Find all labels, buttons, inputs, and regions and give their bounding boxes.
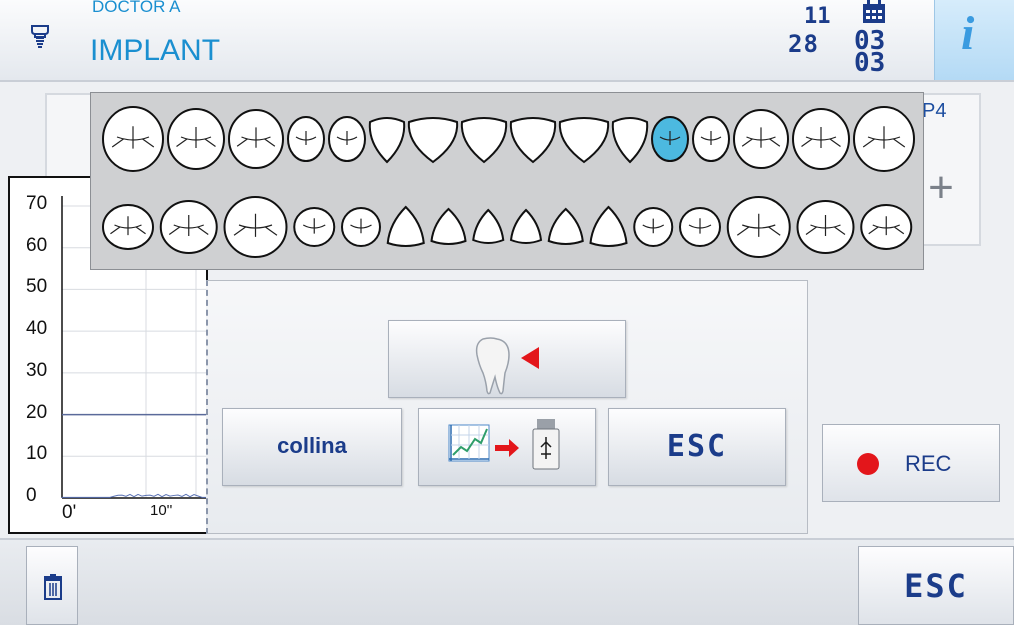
date-top: 11 [804,4,831,29]
tooth-lower-4[interactable] [293,207,336,247]
trash-icon [44,574,62,600]
tooth-upper-5[interactable] [328,116,366,162]
tooth-selector-panel [90,92,924,270]
options-menu [206,280,808,534]
tooth-lower-2[interactable] [159,200,218,254]
esc-menu-button[interactable]: ESC [608,408,786,486]
x-tick-label: 10'' [150,502,173,519]
tooth-lower-7[interactable] [430,207,467,245]
record-dot-icon [857,453,879,475]
tooth-lower-14[interactable] [726,196,791,258]
tooth-upper-16[interactable] [853,106,915,172]
tooth-upper-3[interactable] [228,109,284,169]
tooth-lower-11[interactable] [589,205,628,247]
tooth-lower-9[interactable] [509,208,543,244]
y-tick-label: 70 [26,193,48,214]
calendar-number: 03 03 [854,26,886,78]
info-button[interactable]: i [934,0,1014,80]
tooth-upper-13[interactable] [692,116,730,162]
date-display: 11 28 [784,2,832,62]
y-tick-label: 20 [26,401,48,423]
date-bottom: 28 [788,30,819,58]
y-tick-label: 30 [26,359,48,381]
header-bar: DOCTOR A IMPLANT 11 28 03 03 i [0,0,1014,82]
calendar-icon [863,0,885,23]
series-trace [61,493,210,498]
esc-footer-button[interactable]: ESC [858,546,1014,625]
tooth-lower-15[interactable] [796,200,855,254]
delete-button[interactable] [26,546,78,625]
y-tick-label: 0 [26,485,37,506]
tooth-lower-12[interactable] [633,207,674,247]
tooth-lower-6[interactable] [386,205,425,247]
chart-to-usb-icon [448,419,560,470]
y-tick-label: 40 [26,318,48,340]
tooth-upper-14[interactable] [733,109,789,169]
dental-arch [102,106,915,258]
y-tick-label: 50 [26,276,48,298]
rec-button[interactable]: REC [822,424,1000,502]
x-tick-label: 0' [62,502,77,523]
tooth-upper-15[interactable] [792,108,850,170]
tooth-upper-2[interactable] [167,108,225,170]
tooth-lower-8[interactable] [472,208,505,244]
collina-button[interactable]: collina [222,408,402,486]
tooth-select-button[interactable] [388,320,626,398]
tab-p4[interactable]: P4 [922,100,946,123]
calendar-display: 03 03 [852,0,896,80]
export-to-usb-button[interactable] [418,408,596,486]
tooth-upper-1[interactable] [102,106,164,172]
tooth-lower-16[interactable] [860,204,913,250]
tooth-lower-13[interactable] [679,207,721,247]
tooth-upper-12[interactable] [651,116,689,162]
tooth-upper-10[interactable] [558,117,610,164]
y-tick-label: 60 [26,234,48,256]
rec-label: REC [905,451,952,476]
collina-label: collina [277,433,347,458]
tooth-select-icon [475,337,539,395]
tooth-upper-4[interactable] [287,116,325,162]
implant-icon [31,25,49,48]
tooth-upper-7[interactable] [407,117,459,164]
tooth-upper-8[interactable] [460,117,508,164]
tooth-upper-11[interactable] [611,117,649,164]
y-tick-label: 10 [26,443,48,465]
tooth-upper-9[interactable] [509,117,557,164]
tooth-upper-6[interactable] [368,117,406,164]
mode-title: IMPLANT [90,34,221,67]
esc-menu-label: ESC [666,429,728,464]
tooth-lower-10[interactable] [547,207,584,245]
info-icon: i [961,7,975,60]
tooth-lower-3[interactable] [223,196,288,258]
doctor-name: DOCTOR A [92,0,181,16]
tooth-lower-1[interactable] [102,204,154,250]
tooth-lower-5[interactable] [341,207,381,247]
esc-footer-label: ESC [904,567,968,605]
